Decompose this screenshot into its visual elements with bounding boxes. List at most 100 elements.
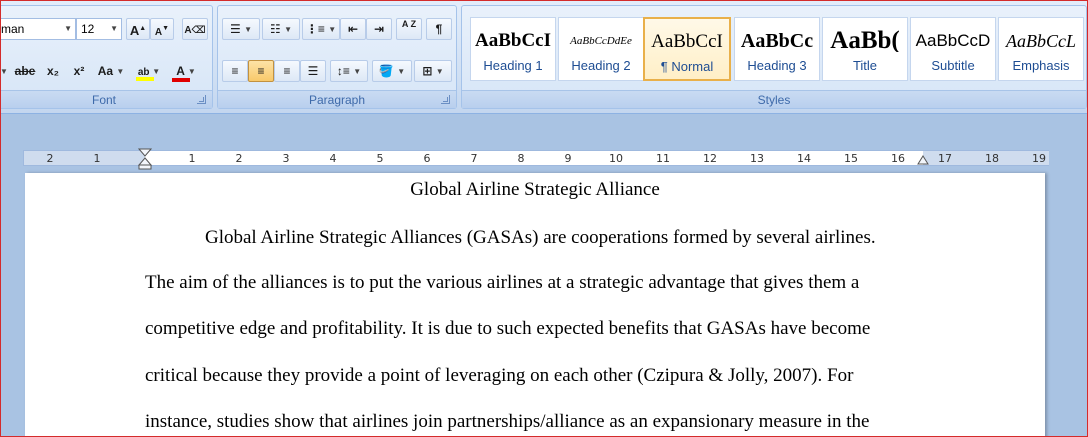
ruler-number: 1	[188, 152, 196, 165]
numbering-button[interactable]: ☷ ▼	[262, 18, 300, 40]
ribbon: man ▼ 12 ▼ A▲ A▼ A⌫ ▼ abe x₂ x² Aa ▼ ab …	[1, 1, 1087, 114]
font-color-button[interactable]: A ▼	[168, 60, 204, 82]
superscript-icon: x²	[73, 64, 85, 78]
ruler-number: 2	[46, 152, 54, 165]
paragraph-line: Global Airline Strategic Alliances (GASA…	[205, 227, 876, 248]
font-name-value: man	[1, 22, 25, 36]
show-formatting-button[interactable]: ¶	[426, 18, 452, 40]
line-spacing-button[interactable]: ↕≡ ▼	[330, 60, 368, 82]
shrink-font-button[interactable]: A▼	[150, 18, 174, 40]
align-right-button[interactable]: ≡	[274, 60, 300, 82]
shading-button[interactable]: 🪣 ▼	[372, 60, 412, 82]
style-name: Emphasis	[1012, 58, 1070, 73]
font-color-icon: A	[172, 64, 191, 82]
font-group-label: Font	[1, 90, 212, 108]
borders-button[interactable]: ⊞ ▼	[414, 60, 452, 82]
font-color-label: A	[176, 64, 185, 78]
ruler-number: 18	[985, 152, 999, 165]
bullets-button[interactable]: ☰ ▼	[222, 18, 260, 40]
style-emphasis[interactable]: AaBbCcL Emphasis	[998, 17, 1084, 81]
change-case-icon: Aa	[97, 64, 114, 78]
style-subtitle[interactable]: AaBbCcD Subtitle	[910, 17, 996, 81]
ruler-number: 11	[656, 152, 670, 165]
pilcrow-icon: ¶	[435, 22, 443, 36]
ruler-number: 17	[938, 152, 952, 165]
chevron-down-icon[interactable]: ▼	[64, 19, 72, 39]
ruler-number: 14	[797, 152, 811, 165]
sort-icon: A Z	[401, 19, 417, 29]
clear-formatting-button[interactable]: A⌫	[182, 18, 208, 40]
increase-indent-button[interactable]: ⇥	[366, 18, 392, 40]
ruler-number: 6	[423, 152, 431, 165]
ruler-number: 15	[844, 152, 858, 165]
increase-indent-icon: ⇥	[373, 22, 385, 36]
ruler-number: 3	[282, 152, 290, 165]
paragraph-dialog-launcher-icon[interactable]	[441, 95, 450, 104]
ruler-number: 8	[517, 152, 525, 165]
document-page[interactable]: Global Airline Strategic Alliance Global…	[25, 173, 1045, 436]
style-name: Heading 3	[747, 58, 807, 73]
paragraph-line: competitive edge and profitability. It i…	[145, 318, 871, 339]
paragraph-group-label: Paragraph	[218, 90, 456, 108]
decrease-indent-button[interactable]: ⇤	[340, 18, 366, 40]
ruler-number: 19	[1032, 152, 1046, 165]
ruler-number: 1	[93, 152, 101, 165]
ruler-bar: 2 1 1 2 3 4 5 6 7 8 9 10 11 12 13 14 15 …	[1, 148, 1087, 170]
font-dialog-launcher-icon[interactable]	[197, 95, 206, 104]
subscript-icon: x₂	[46, 64, 59, 78]
superscript-button[interactable]: x²	[68, 60, 90, 82]
style-heading-1[interactable]: AaBbCcI Heading 1	[470, 17, 556, 81]
bullet-list-icon: ☰	[229, 22, 241, 36]
grow-font-button[interactable]: A▲	[126, 18, 150, 40]
decrease-indent-icon: ⇤	[347, 22, 359, 36]
subscript-button[interactable]: x₂	[42, 60, 64, 82]
paint-bucket-icon: 🪣	[378, 64, 394, 78]
strikethrough-icon: abe	[14, 64, 36, 78]
style-title[interactable]: AaBb( Title	[822, 17, 908, 81]
style-name: Title	[852, 58, 878, 73]
style-name: Heading 1	[483, 58, 543, 73]
sort-button[interactable]: A Z	[396, 18, 422, 40]
ruler-number: 9	[564, 152, 572, 165]
style-name: Subtitle	[931, 58, 975, 73]
ruler-number: 2	[235, 152, 243, 165]
ruler-number: 10	[609, 152, 623, 165]
font-name-combo[interactable]: man ▼	[1, 18, 76, 40]
style-sample: AaBbCcI	[474, 30, 551, 51]
style-sample: AaBbCc	[740, 30, 814, 52]
horizontal-ruler[interactable]: 2 1 1 2 3 4 5 6 7 8 9 10 11 12 13 14 15 …	[23, 148, 1049, 170]
strikethrough-button[interactable]: abe	[12, 60, 38, 82]
justify-button[interactable]: ☰	[300, 60, 326, 82]
font-group: man ▼ 12 ▼ A▲ A▼ A⌫ ▼ abe x₂ x² Aa ▼ ab …	[1, 5, 213, 109]
right-indent-marker-icon[interactable]	[917, 155, 929, 167]
highlight-button[interactable]: ab ▼	[132, 60, 166, 82]
style-sample: AaBbCcL	[1006, 31, 1076, 51]
highlighter-icon: ab	[135, 67, 154, 81]
style-heading-2[interactable]: AaBbCcDdEe Heading 2	[558, 17, 644, 81]
style-sample: AaBbCcD	[915, 31, 991, 50]
first-line-indent-marker-icon[interactable]	[138, 148, 152, 170]
paragraph-group: ☰ ▼ ☷ ▼ ⋮≡ ▼ ⇤ ⇥ A Z ¶ ≡ ≡ ≡ ☰ ↕≡ ▼ 🪣 ▼ …	[217, 5, 457, 109]
change-case-button[interactable]: Aa ▼	[94, 60, 128, 82]
styles-group: AaBbCcI Heading 1 AaBbCcDdEe Heading 2 A…	[461, 5, 1087, 109]
style-heading-3[interactable]: AaBbCc Heading 3	[734, 17, 820, 81]
ruler-left-margin	[24, 151, 145, 165]
align-center-icon: ≡	[257, 64, 265, 78]
style-name: Heading 2	[571, 58, 631, 73]
align-left-icon: ≡	[231, 64, 239, 78]
align-center-button[interactable]: ≡	[248, 60, 274, 82]
eraser-icon: A⌫	[184, 25, 206, 36]
justify-icon: ☰	[307, 64, 319, 78]
style-sample: AaBbCcDdEe	[570, 35, 632, 47]
ruler-number: 16	[891, 152, 905, 165]
style-name: ¶ Normal	[660, 59, 714, 74]
chevron-down-icon[interactable]: ▼	[1, 60, 10, 82]
font-size-combo[interactable]: 12 ▼	[76, 18, 122, 40]
style-normal[interactable]: AaBbCcI ¶ Normal	[643, 17, 731, 81]
chevron-down-icon[interactable]: ▼	[110, 19, 118, 39]
ruler-number: 7	[470, 152, 478, 165]
ruler-number: 12	[703, 152, 717, 165]
ruler-number: 4	[329, 152, 337, 165]
align-left-button[interactable]: ≡	[222, 60, 248, 82]
multilevel-list-button[interactable]: ⋮≡ ▼	[302, 18, 340, 40]
